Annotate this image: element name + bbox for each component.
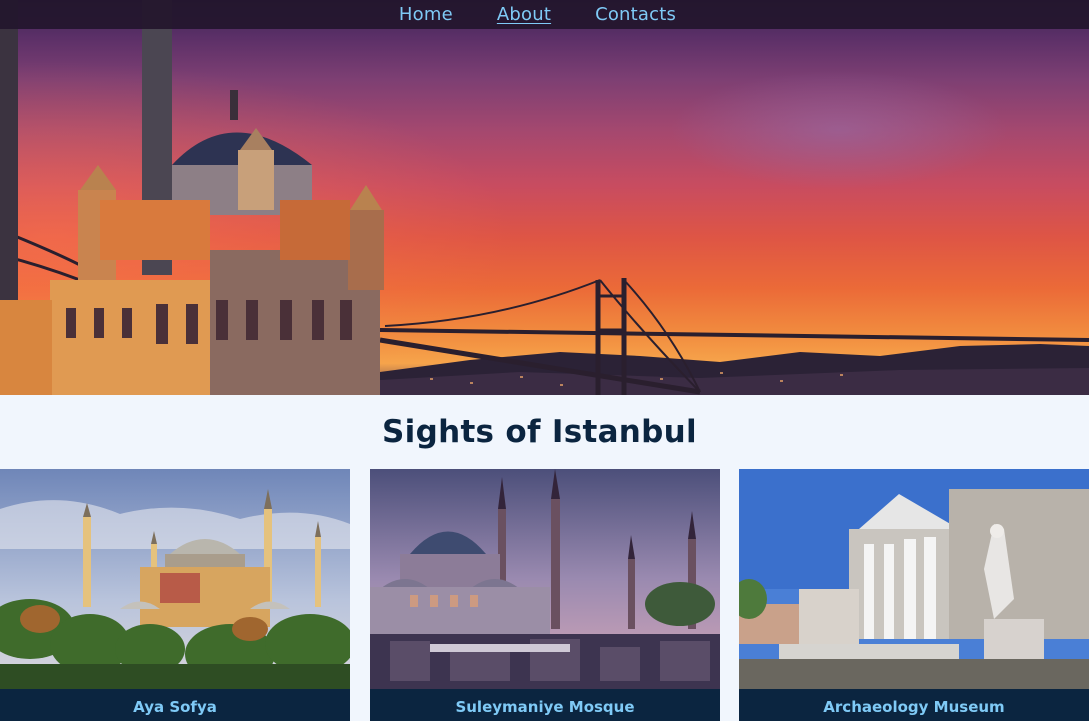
page-title: Sights of Istanbul: [382, 414, 697, 450]
hero-image: [0, 0, 1089, 395]
hero-minaret-left: [0, 0, 18, 300]
aya-sofya-photo: [0, 469, 350, 689]
hero-scene-illustration: [0, 0, 1089, 395]
nav-link-home[interactable]: Home: [399, 3, 453, 27]
sight-card-archaeology-museum[interactable]: Archaeology Museum: [739, 469, 1089, 721]
hero-mosque: [0, 90, 384, 395]
nav-link-about[interactable]: About: [497, 3, 551, 27]
card-caption: Suleymaniye Mosque: [370, 689, 720, 721]
archaeology-museum-photo: [739, 469, 1089, 689]
sight-card-suleymaniye-mosque[interactable]: Suleymaniye Mosque: [370, 469, 720, 721]
nav-link-contacts[interactable]: Contacts: [595, 3, 676, 27]
sight-card-aya-sofya[interactable]: Aya Sofya: [0, 469, 350, 721]
top-navigation: Home About Contacts: [0, 0, 1089, 29]
suleymaniye-mosque-photo: [370, 469, 720, 689]
card-caption: Archaeology Museum: [739, 689, 1089, 721]
title-section: Sights of Istanbul: [0, 395, 1089, 469]
card-caption: Aya Sofya: [0, 689, 350, 721]
